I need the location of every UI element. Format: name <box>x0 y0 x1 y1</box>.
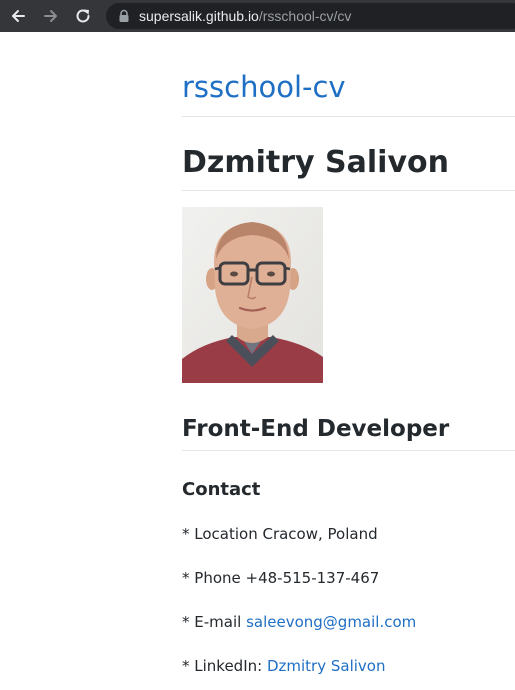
site-title-link[interactable]: rsschool-cv <box>182 70 346 104</box>
contact-email: * E-mail saleevong@gmail.com <box>182 613 416 631</box>
forward-button[interactable] <box>39 4 63 28</box>
address-bar[interactable]: supersalik.github.io/rsschool-cv/cv <box>106 3 515 29</box>
linkedin-link[interactable]: Dzmitry Salivon <box>267 657 386 675</box>
lock-icon <box>118 9 130 23</box>
contact-heading: Contact <box>182 479 261 500</box>
url-host: supersalik.github.io <box>139 8 259 24</box>
person-name-heading: Dzmitry Salivon <box>182 145 449 180</box>
contact-phone: * Phone +48-515-137-467 <box>182 569 379 587</box>
role-heading: Front-End Developer <box>182 416 450 442</box>
role-divider <box>182 450 515 451</box>
profile-photo <box>182 207 323 383</box>
arrow-left-icon <box>12 10 25 22</box>
contact-location: * Location Cracow, Poland <box>182 525 378 543</box>
contact-linkedin-label: * LinkedIn: <box>182 657 267 675</box>
reload-button[interactable] <box>71 4 95 28</box>
header-divider <box>182 116 515 117</box>
back-button[interactable] <box>6 4 30 28</box>
email-link[interactable]: saleevong@gmail.com <box>246 613 416 631</box>
arrow-right-icon <box>44 10 57 22</box>
browser-toolbar: supersalik.github.io/rsschool-cv/cv <box>0 0 515 32</box>
reload-icon <box>76 9 90 23</box>
url-text: supersalik.github.io/rsschool-cv/cv <box>139 8 351 24</box>
contact-email-label: * E-mail <box>182 613 247 631</box>
contact-phone-text: * Phone +48-515-137-467 <box>182 569 380 587</box>
contact-location-text: * Location Cracow, Poland <box>182 525 378 543</box>
url-path: /rsschool-cv/cv <box>258 8 352 24</box>
name-divider <box>182 190 515 191</box>
contact-linkedin: * LinkedIn: Dzmitry Salivon <box>182 657 385 675</box>
